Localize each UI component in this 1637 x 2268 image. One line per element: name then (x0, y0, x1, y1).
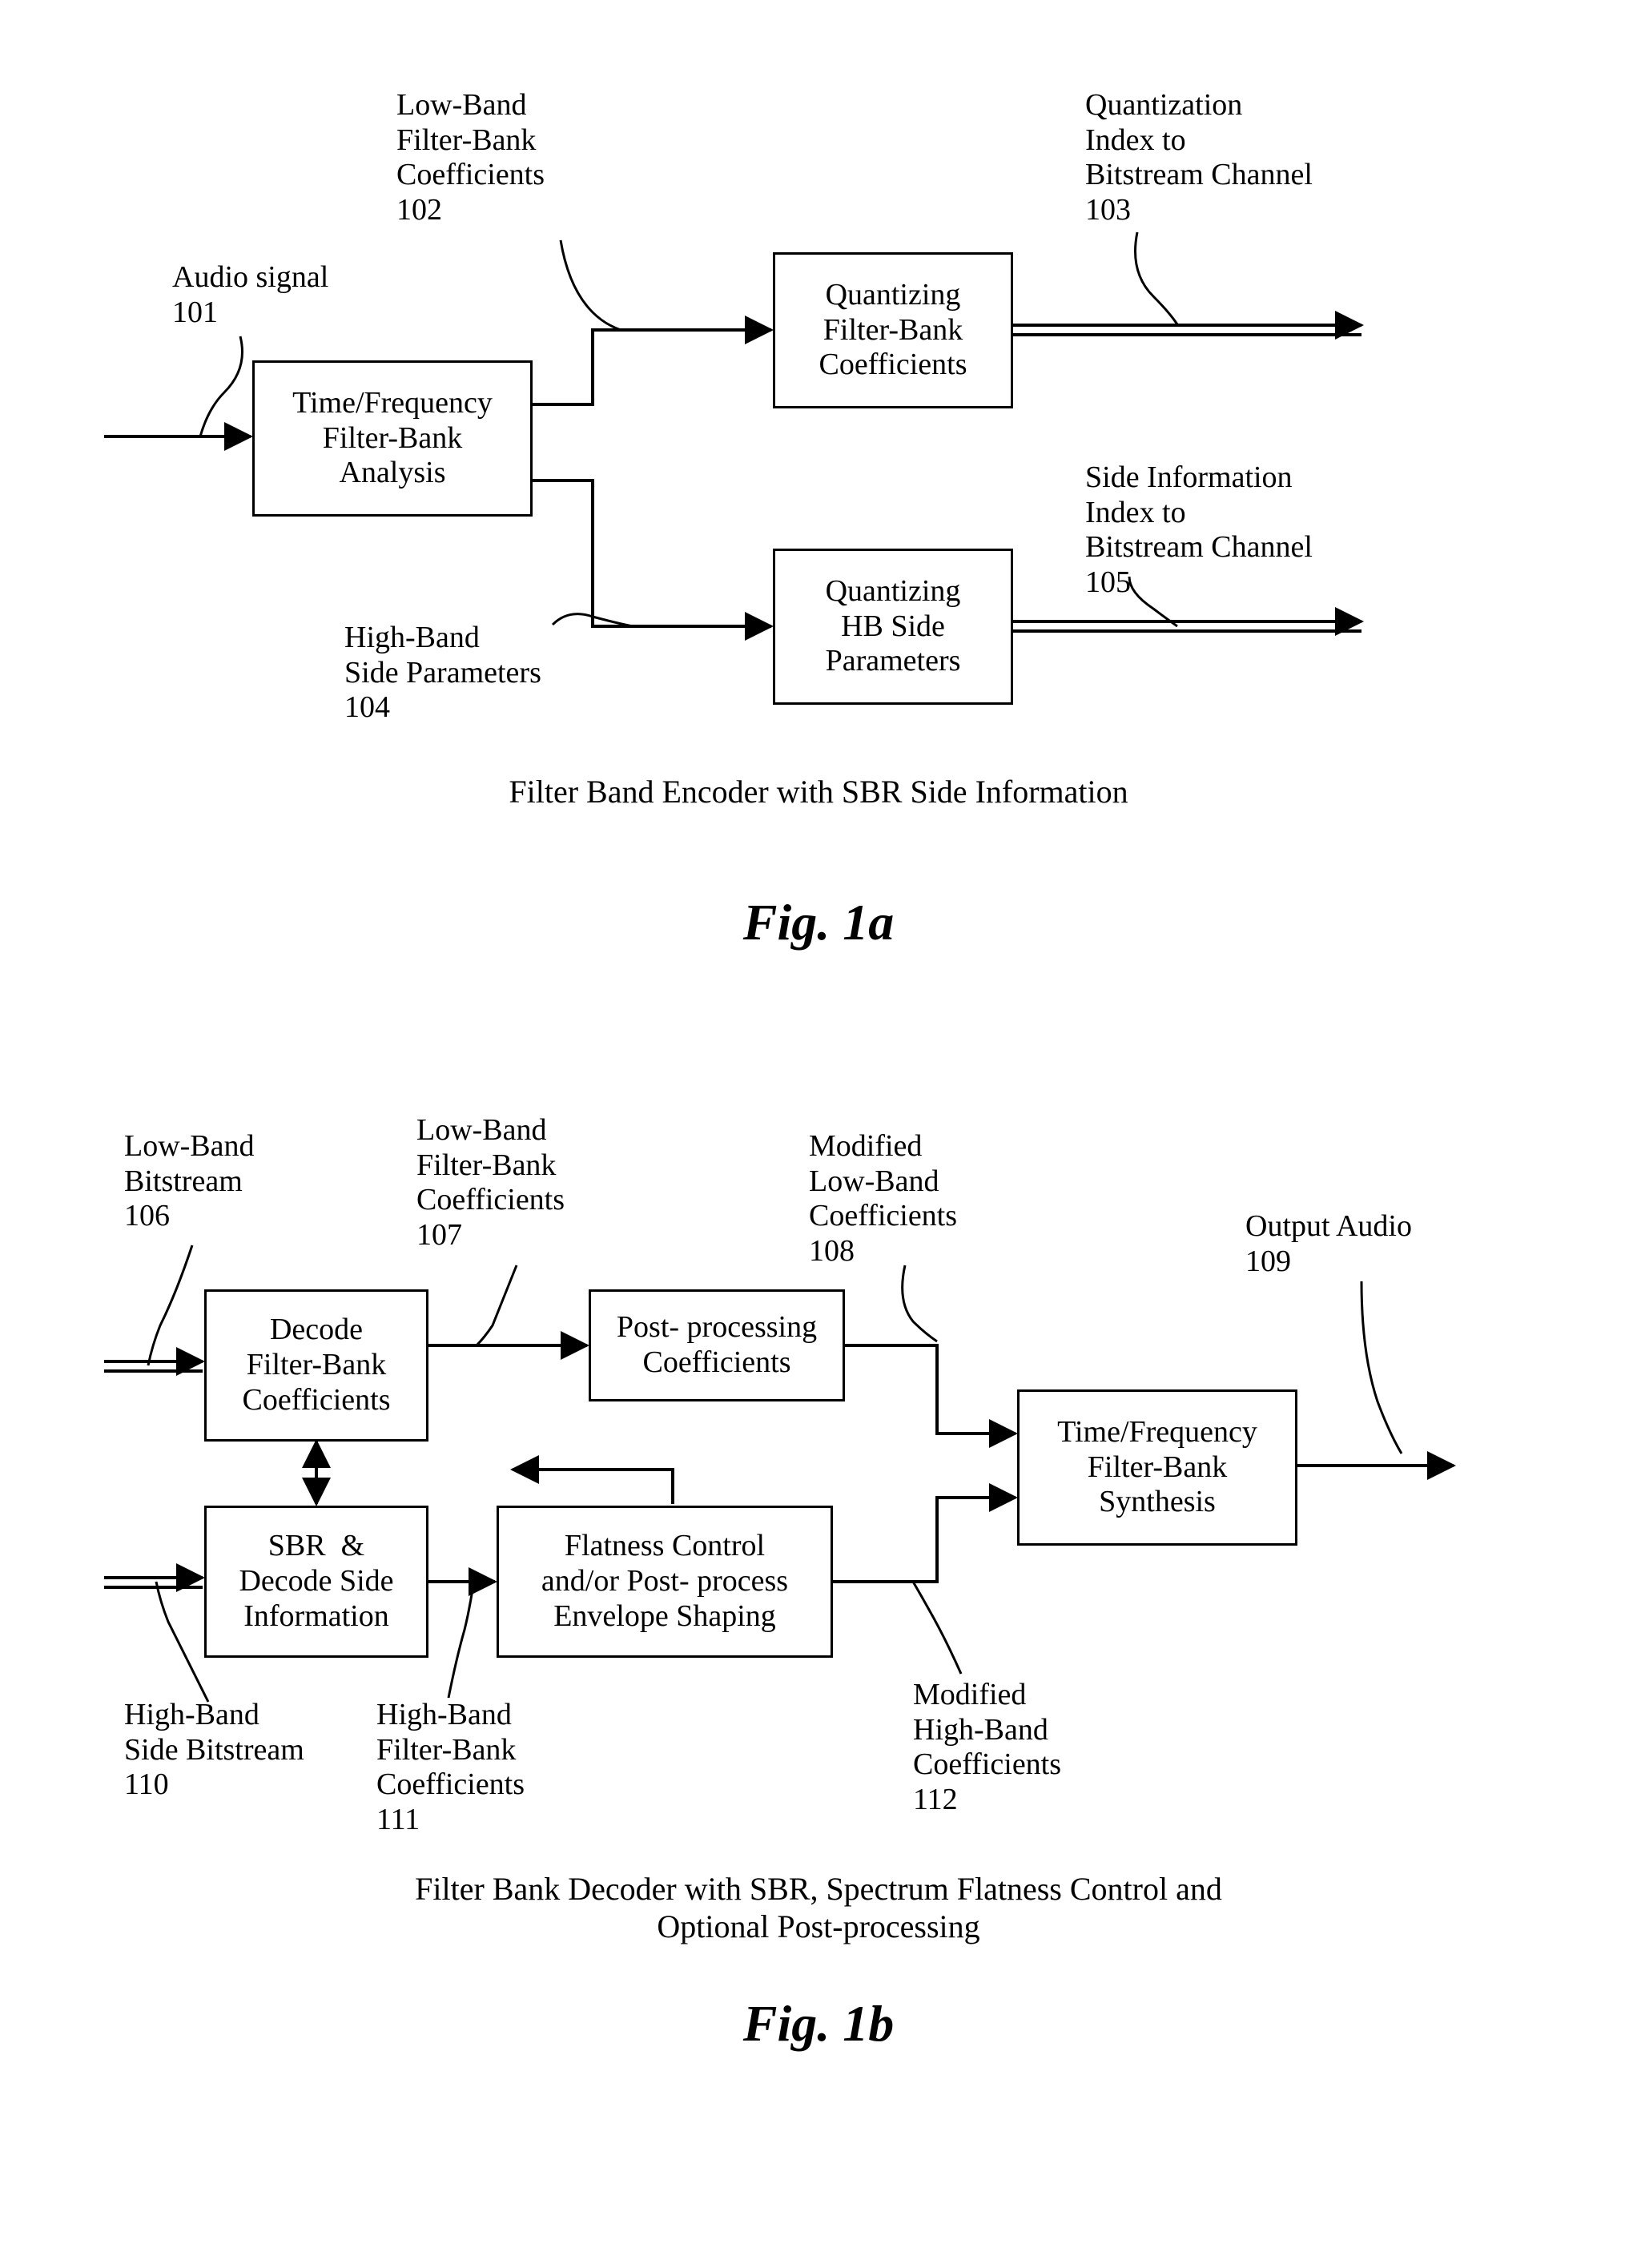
block-label: SBR & Decode Side Information (239, 1529, 393, 1634)
label-side-info: Side Information Index to Bitstream Chan… (1085, 460, 1313, 601)
label-lb-fb-coefs: Low-Band Filter-Bank Coefficients 107 (416, 1113, 565, 1253)
label-mod-hb-coefs: Modified High-Band Coefficients 112 (913, 1678, 1061, 1818)
block-label: Quantizing HB Side Parameters (826, 574, 961, 679)
label-hb-params: High-Band Side Parameters 104 (344, 621, 541, 726)
caption-fig1a: Filter Band Encoder with SBR Side Inform… (0, 773, 1637, 810)
block-decode-fb: Decode Filter-Bank Coefficients (204, 1289, 428, 1442)
block-label: Time/Frequency Filter-Bank Synthesis (1057, 1415, 1257, 1520)
label-lb-bitstream: Low-Band Bitstream 106 (124, 1129, 255, 1234)
block-label: Quantizing Filter-Bank Coefficients (818, 278, 967, 383)
caption-fig1b: Filter Bank Decoder with SBR, Spectrum F… (0, 1870, 1637, 1945)
label-mod-lb-coefs: Modified Low-Band Coefficients 108 (809, 1129, 957, 1269)
block-label: Flatness Control and/or Post- process En… (541, 1529, 788, 1634)
label-lb-coefs: Low-Band Filter-Bank Coefficients 102 (396, 88, 545, 228)
figure-title-1b: Fig. 1b (0, 1994, 1637, 2053)
block-post-proc: Post- processing Coefficients (589, 1289, 845, 1401)
block-sbr-decode: SBR & Decode Side Information (204, 1506, 428, 1658)
block-flatness: Flatness Control and/or Post- process En… (497, 1506, 833, 1658)
label-audio-signal: Audio signal 101 (172, 260, 328, 330)
block-label: Decode Filter-Bank Coefficients (242, 1313, 390, 1418)
block-tf-analysis: Time/Frequency Filter-Bank Analysis (252, 360, 533, 517)
block-tf-synth: Time/Frequency Filter-Bank Synthesis (1017, 1389, 1297, 1546)
label-hb-side-bs: High-Band Side Bitstream 110 (124, 1698, 304, 1803)
label-quant-idx: Quantization Index to Bitstream Channel … (1085, 88, 1313, 228)
block-quant-hb: Quantizing HB Side Parameters (773, 549, 1013, 705)
block-label: Time/Frequency Filter-Bank Analysis (292, 386, 493, 491)
label-hb-fb-coefs: High-Band Filter-Bank Coefficients 111 (376, 1698, 525, 1838)
figure-title-1a: Fig. 1a (0, 893, 1637, 952)
block-quant-fb: Quantizing Filter-Bank Coefficients (773, 252, 1013, 408)
block-label: Post- processing Coefficients (617, 1310, 817, 1380)
label-out-audio: Output Audio 109 (1245, 1209, 1412, 1279)
